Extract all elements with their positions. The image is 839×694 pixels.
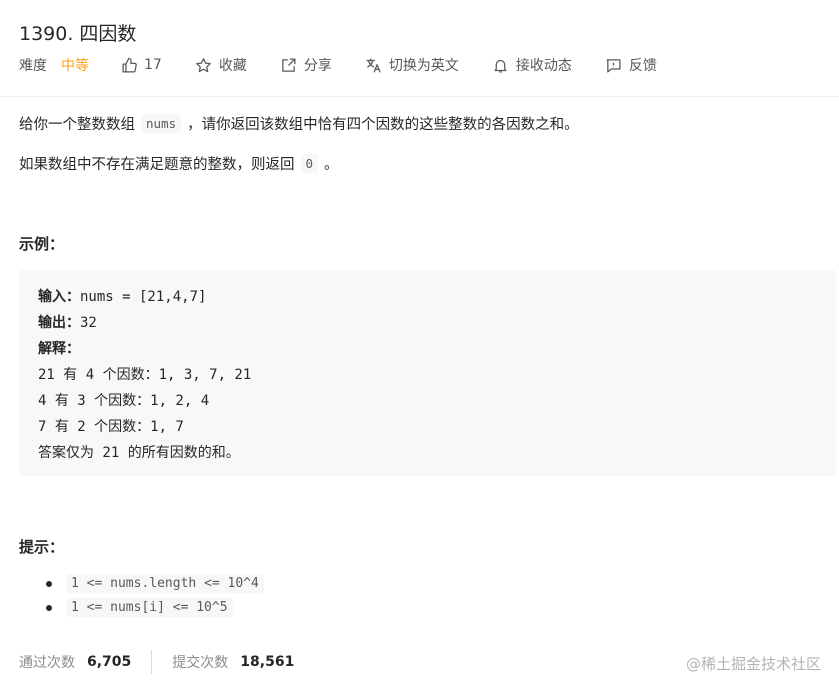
example-explain-line: 4 有 3 个因数：1, 2, 4 bbox=[38, 393, 210, 409]
bullet-icon bbox=[46, 604, 52, 611]
input-label: 输入： bbox=[38, 289, 80, 305]
bullet-icon bbox=[46, 580, 52, 587]
subscribe-label: 接收动态 bbox=[515, 58, 572, 74]
like-count: 17 bbox=[144, 57, 162, 73]
share-icon bbox=[280, 56, 298, 74]
stats-divider bbox=[151, 650, 153, 674]
feedback-button[interactable]: 反馈 bbox=[605, 55, 657, 75]
submission-stats: 通过次数 6,705 提交次数 18,561 bbox=[19, 650, 294, 674]
submitted-label: 提交次数 bbox=[172, 655, 229, 671]
difficulty-badge: 中等 bbox=[61, 58, 89, 74]
example-input-line: 输入：nums = [21,4,7] bbox=[38, 286, 206, 306]
hint-constraint: 1 <= nums.length <= 10^4 bbox=[66, 574, 264, 593]
submitted-count: 18,561 bbox=[240, 654, 295, 670]
description-line-2: 如果数组中不存在满足题意的整数，则返回 0 。 bbox=[19, 154, 339, 173]
problem-meta-bar: 难度 中等 17 收藏 分享 切换为英文 接收动态 反馈 bbox=[19, 54, 690, 76]
problem-title: 1390. 四因数 bbox=[19, 23, 137, 45]
description-line-1: 给你一个整数数组 nums ，请你返回该数组中恰有四个因数的这些整数的各因数之和… bbox=[19, 114, 579, 133]
output-label: 输出： bbox=[38, 315, 80, 331]
difficulty-label: 难度 bbox=[19, 58, 47, 74]
header-divider bbox=[0, 96, 839, 97]
subscribe-button[interactable]: 接收动态 bbox=[492, 55, 572, 75]
inline-code-zero: 0 bbox=[300, 154, 319, 173]
switch-language-button[interactable]: 切换为英文 bbox=[365, 55, 459, 75]
list-item: 1 <= nums[i] <= 10^5 bbox=[46, 598, 233, 617]
hint-constraint: 1 <= nums[i] <= 10^5 bbox=[66, 598, 233, 617]
thumbs-up-icon bbox=[120, 56, 138, 74]
output-value: 32 bbox=[80, 315, 97, 331]
collect-button[interactable]: 收藏 bbox=[195, 55, 247, 75]
accepted-label: 通过次数 bbox=[19, 655, 75, 671]
switch-language-label: 切换为英文 bbox=[388, 58, 459, 74]
feedback-icon bbox=[605, 56, 623, 74]
input-value: nums = [21,4,7] bbox=[80, 289, 207, 305]
example-explain-line: 7 有 2 个因数：1, 7 bbox=[38, 419, 184, 435]
list-item: 1 <= nums.length <= 10^4 bbox=[46, 574, 264, 593]
like-button[interactable]: 17 bbox=[120, 56, 162, 74]
share-button[interactable]: 分享 bbox=[280, 55, 332, 75]
share-label: 分享 bbox=[303, 58, 332, 74]
example-code-block: 输入：nums = [21,4,7] 输出：32 解释： 21 有 4 个因数：… bbox=[19, 270, 836, 476]
example-explain-line: 21 有 4 个因数：1, 3, 7, 21 bbox=[38, 367, 252, 383]
bell-icon bbox=[492, 56, 510, 74]
feedback-label: 反馈 bbox=[628, 58, 657, 74]
translate-icon bbox=[365, 56, 383, 74]
example-output-line: 输出：32 bbox=[38, 312, 97, 332]
example-heading: 示例： bbox=[19, 235, 65, 253]
inline-code-nums: nums bbox=[141, 114, 182, 133]
example-explain-label: 解释： bbox=[38, 341, 80, 357]
collect-label: 收藏 bbox=[218, 58, 247, 74]
hints-heading: 提示： bbox=[19, 538, 65, 556]
example-explain-line: 答案仅为 21 的所有因数的和。 bbox=[38, 445, 240, 461]
accepted-count: 6,705 bbox=[87, 654, 132, 670]
watermark: @稀土掘金技术社区 bbox=[685, 655, 821, 673]
star-icon bbox=[195, 56, 213, 74]
